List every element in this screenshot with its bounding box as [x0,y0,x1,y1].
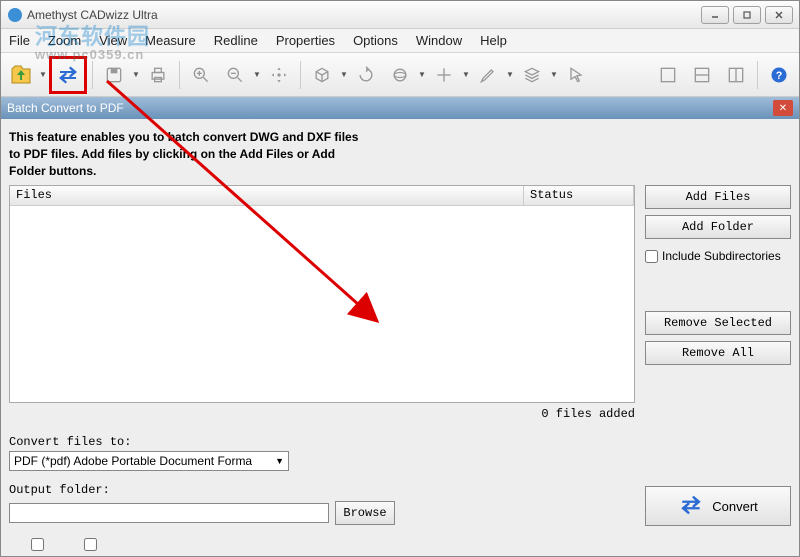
rotate-button[interactable] [350,59,382,91]
menu-redline[interactable]: Redline [214,33,258,48]
menu-help[interactable]: Help [480,33,507,48]
window-tile1-button[interactable] [652,59,684,91]
add-files-button[interactable]: Add Files [645,185,791,209]
desc-line3: Folder buttons. [9,163,791,180]
remove-all-button[interactable]: Remove All [645,341,791,365]
orbit-button[interactable] [384,59,416,91]
chevron-down-icon: ▼ [275,456,284,466]
maximize-button[interactable] [733,6,761,24]
col-status[interactable]: Status [524,186,634,205]
layers-button[interactable] [516,59,548,91]
separator [92,61,93,89]
bottom-option-1[interactable] [31,538,44,554]
panel-close-button[interactable]: ✕ [773,100,793,116]
menu-properties[interactable]: Properties [276,33,335,48]
zoom-dropdown[interactable]: ▼ [253,70,261,79]
orbit-dropdown[interactable]: ▼ [418,70,426,79]
convert-button[interactable]: Convert [645,486,791,526]
zoom-out-button[interactable] [219,59,251,91]
svg-text:?: ? [776,70,783,82]
print-button[interactable] [142,59,174,91]
view3d-button[interactable] [306,59,338,91]
layers-dropdown[interactable]: ▼ [550,70,558,79]
convert-label: Convert [712,499,758,514]
help-button[interactable]: ? [763,59,795,91]
add-folder-button[interactable]: Add Folder [645,215,791,239]
minimize-button[interactable] [701,6,729,24]
close-button[interactable] [765,6,793,24]
measure-dropdown[interactable]: ▼ [462,70,470,79]
window-title: Amethyst CADwizz Ultra [27,8,701,22]
list-header: Files Status [10,186,634,206]
panel-title-text: Batch Convert to PDF [7,101,124,115]
save-dropdown[interactable]: ▼ [132,70,140,79]
convert-to-label: Convert files to: [9,435,791,449]
separator [179,61,180,89]
files-count: 0 files added [9,403,791,429]
separator [757,61,758,89]
batch-convert-button[interactable] [52,59,84,91]
panel-titlebar: Batch Convert to PDF ✕ [1,97,799,119]
window-titlebar: Amethyst CADwizz Ultra [1,1,799,29]
desc-line1: This feature enables you to batch conver… [9,129,791,146]
separator [300,61,301,89]
highlighted-convert-tool [49,56,87,94]
measure-button[interactable] [428,59,460,91]
batch-convert-panel: Batch Convert to PDF ✕ This feature enab… [1,97,799,556]
output-folder-input[interactable] [9,503,329,523]
select-button[interactable] [560,59,592,91]
open-dropdown[interactable]: ▼ [39,70,47,79]
menu-file[interactable]: File [9,33,30,48]
remove-selected-button[interactable]: Remove Selected [645,311,791,335]
desc-line2: to PDF files. Add files by clicking on t… [9,146,791,163]
menubar: File Zoom View Measure Redline Propertie… [1,29,799,53]
col-files[interactable]: Files [10,186,524,205]
menu-window[interactable]: Window [416,33,462,48]
toolbar: ▼ ▼ ▼ ▼ ▼ ▼ ▼ ▼ ? [1,53,799,97]
include-subdirs-checkbox[interactable] [645,250,658,263]
browse-button[interactable]: Browse [335,501,395,525]
markup-button[interactable] [472,59,504,91]
pan-button[interactable] [263,59,295,91]
menu-zoom[interactable]: Zoom [48,33,81,48]
save-button[interactable] [98,59,130,91]
menu-measure[interactable]: Measure [145,33,196,48]
zoom-in-button[interactable] [185,59,217,91]
bottom-option-2[interactable] [84,538,97,554]
menu-view[interactable]: View [99,33,127,48]
window-tile2-button[interactable] [686,59,718,91]
menu-options[interactable]: Options [353,33,398,48]
open-file-button[interactable] [5,59,37,91]
window-tile3-button[interactable] [720,59,752,91]
files-list[interactable]: Files Status [9,185,635,403]
convert-format-value: PDF (*pdf) Adobe Portable Document Forma [14,454,252,468]
panel-description: This feature enables you to batch conver… [9,129,791,179]
convert-icon [678,492,704,521]
app-icon [7,7,23,23]
include-subdirs-row[interactable]: Include Subdirectories [645,249,791,263]
view3d-dropdown[interactable]: ▼ [340,70,348,79]
convert-format-select[interactable]: PDF (*pdf) Adobe Portable Document Forma… [9,451,289,471]
markup-dropdown[interactable]: ▼ [506,70,514,79]
bottom-options [31,538,97,554]
include-subdirs-label: Include Subdirectories [662,249,781,263]
